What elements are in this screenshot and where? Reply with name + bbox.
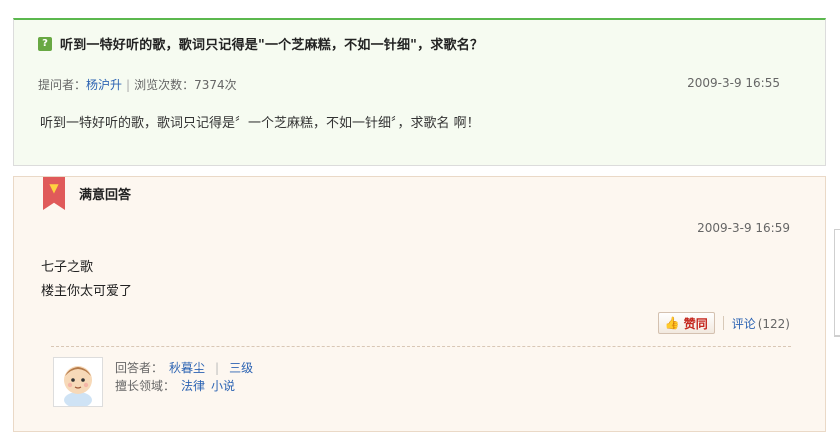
question-title: 听到一特好听的歌，歌词只记得是"一个芝麻糕，不如一针细"，求歌名？	[60, 38, 484, 53]
best-answer-label: 满意回答	[79, 188, 132, 203]
views-count: 7374次	[194, 78, 237, 92]
answer-actions: 👍 赞同 评论 (122)	[657, 312, 790, 334]
info-separator: |	[215, 361, 220, 375]
question-body: 听到一特好听的歌，歌词只记得是〞一个芝麻糕，不如一针细〞，求歌名 啊！	[40, 116, 480, 131]
thumbs-up-icon: 👍	[664, 316, 680, 330]
question-meta: 提问者：杨沪升 | 浏览次数：7374次	[38, 76, 237, 93]
answerer-level[interactable]: 三级	[229, 361, 253, 375]
asker-name-link[interactable]: 杨沪升	[86, 78, 122, 92]
question-mark-icon: ?	[38, 36, 52, 51]
answer-date: 2009-3-9 16:59	[697, 221, 790, 235]
question-date: 2009-3-9 16:55	[687, 76, 780, 90]
agree-button[interactable]: 👍 赞同	[657, 312, 715, 334]
best-answer-panel: ▼ 满意回答 2009-3-9 16:59 七子之歌 楼主你太可爱了 👍 赞同 …	[13, 176, 826, 432]
comment-label: 评论	[731, 316, 756, 331]
question-header: ? 听到一特好听的歌，歌词只记得是"一个芝麻糕，不如一针细"，求歌名？	[38, 34, 483, 53]
meta-separator: |	[126, 78, 131, 92]
specialty-link[interactable]: 小说	[211, 379, 235, 393]
answerer-name-link[interactable]: 秋暮尘	[169, 361, 205, 375]
trophy-icon: ▼	[49, 181, 59, 195]
answer-divider	[51, 346, 791, 347]
answerer-avatar[interactable]	[53, 357, 103, 407]
specialty-label: 擅长领域：	[115, 379, 176, 393]
answerer-info: 回答者： 秋暮尘 | 三级 擅长领域： 法律 小说	[115, 359, 253, 395]
answerer-line: 回答者： 秋暮尘 | 三级	[115, 359, 253, 377]
comment-link[interactable]: 评论 (122)	[732, 315, 790, 332]
answerer-label: 回答者：	[115, 361, 164, 375]
page-edge	[834, 229, 840, 337]
answer-line: 七子之歌	[41, 260, 94, 275]
answer-line: 楼主你太可爱了	[41, 284, 133, 299]
asker-label: 提问者：	[38, 78, 87, 92]
views-label: 浏览次数：	[134, 78, 195, 92]
question-panel: ? 听到一特好听的歌，歌词只记得是"一个芝麻糕，不如一针细"，求歌名？ 提问者：…	[13, 18, 826, 166]
specialty-line: 擅长领域： 法律 小说	[115, 377, 253, 395]
answer-text: 七子之歌 楼主你太可爱了	[41, 256, 132, 304]
specialty-link[interactable]: 法律	[181, 379, 205, 393]
baby-avatar-icon	[54, 358, 102, 406]
action-divider	[722, 316, 724, 330]
agree-label: 赞同	[683, 316, 708, 331]
comment-count: (122)	[757, 316, 790, 331]
best-answer-ribbon: ▼	[43, 177, 65, 210]
